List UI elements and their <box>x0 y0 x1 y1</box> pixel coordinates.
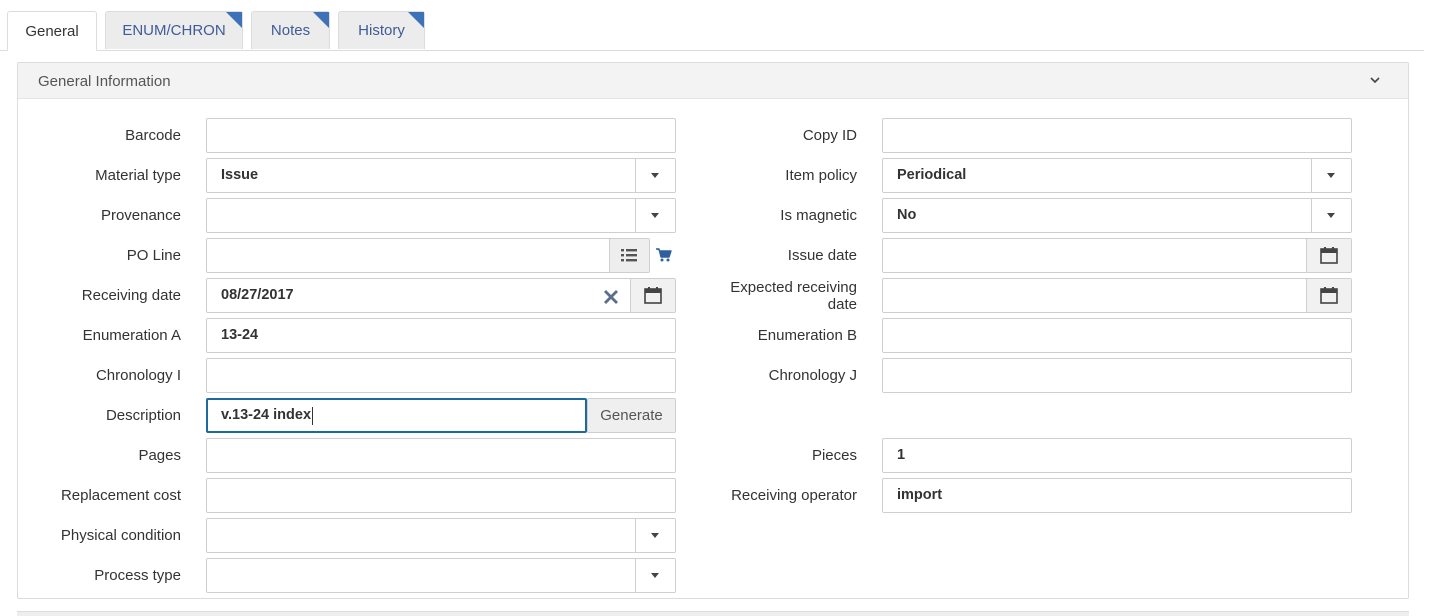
expected-receiving-date-label-line2: date <box>827 296 857 313</box>
pieces-input[interactable]: 1 <box>882 438 1352 473</box>
is-magnetic-label: Is magnetic <box>780 207 857 224</box>
pieces-label: Pieces <box>811 447 857 464</box>
chronology-j-label: Chronology J <box>768 367 857 384</box>
tab-corner-icon <box>408 12 424 28</box>
chronology-i-label: Chronology I <box>95 367 181 384</box>
caret-down-icon <box>651 173 659 178</box>
pages-label: Pages <box>138 447 181 464</box>
material-type-dropdown-button[interactable] <box>635 159 675 192</box>
tab-bar: General ENUM/CHRON Notes History <box>0 0 1424 51</box>
receiving-date-label: Receiving date <box>81 287 181 304</box>
description-value: v.13-24 index <box>221 407 312 423</box>
description-label: Description <box>105 407 181 424</box>
process-type-label: Process type <box>94 567 181 584</box>
receiving-date-value: 08/27/2017 <box>221 287 294 303</box>
next-panel-edge <box>17 611 1409 616</box>
chronology-i-input[interactable] <box>206 358 676 393</box>
caret-down-icon <box>651 213 659 218</box>
receiving-operator-label: Receiving operator <box>731 487 857 504</box>
is-magnetic-select[interactable]: No <box>882 198 1352 233</box>
issue-date-label: Issue date <box>787 247 857 264</box>
tab-corner-icon <box>226 12 242 28</box>
list-icon <box>621 249 637 262</box>
receiving-date-input[interactable]: 08/27/2017 <box>206 278 676 313</box>
expected-receiving-date-label-line1: Expected receiving <box>730 279 857 296</box>
tab-history[interactable]: History <box>338 11 425 49</box>
calendar-icon <box>1320 247 1338 264</box>
po-line-input[interactable] <box>206 238 650 273</box>
expected-receiving-date-calendar-button[interactable] <box>1306 279 1351 312</box>
expected-receiving-date-input[interactable] <box>882 278 1352 313</box>
po-line-label: PO Line <box>126 247 181 264</box>
replacement-cost-label: Replacement cost <box>60 487 181 504</box>
po-line-list-button[interactable] <box>609 239 649 272</box>
issue-date-calendar-button[interactable] <box>1306 239 1351 272</box>
material-type-label: Material type <box>95 167 181 184</box>
material-type-select[interactable]: Issue <box>206 158 676 193</box>
enumeration-a-input[interactable]: 13-24 <box>206 318 676 353</box>
item-policy-value: Periodical <box>897 167 967 183</box>
material-type-value: Issue <box>221 167 259 183</box>
item-policy-dropdown-button[interactable] <box>1311 159 1351 192</box>
receiving-date-calendar-button[interactable] <box>630 279 675 312</box>
tab-general[interactable]: General <box>7 11 97 51</box>
process-type-dropdown-button[interactable] <box>635 559 675 592</box>
is-magnetic-value: No <box>897 207 917 223</box>
text-cursor <box>312 407 313 425</box>
tab-general-label: General <box>25 22 79 40</box>
item-policy-label: Item policy <box>785 167 857 184</box>
copy-id-label: Copy ID <box>802 127 857 144</box>
tab-enum-chron[interactable]: ENUM/CHRON <box>105 11 243 49</box>
chronology-j-input[interactable] <box>882 358 1352 393</box>
caret-down-icon <box>651 533 659 538</box>
tab-corner-icon <box>313 12 329 28</box>
shopping-cart-icon[interactable] <box>656 248 672 262</box>
caret-down-icon <box>1327 213 1335 218</box>
receiving-operator-value: import <box>897 487 943 503</box>
barcode-input[interactable] <box>206 118 676 153</box>
tab-enum-chron-label: ENUM/CHRON <box>122 22 226 39</box>
enumeration-b-input[interactable] <box>882 318 1352 353</box>
physical-condition-select[interactable] <box>206 518 676 553</box>
description-input[interactable]: v.13-24 index <box>206 398 587 433</box>
caret-down-icon <box>651 573 659 578</box>
enumeration-b-label: Enumeration B <box>757 327 857 344</box>
enumeration-a-value: 13-24 <box>221 327 259 343</box>
receiving-operator-input[interactable]: import <box>882 478 1352 513</box>
process-type-select[interactable] <box>206 558 676 593</box>
tab-notes[interactable]: Notes <box>251 11 330 49</box>
pages-input[interactable] <box>206 438 676 473</box>
calendar-icon <box>644 287 662 304</box>
panel-header[interactable]: General Information <box>18 63 1408 99</box>
tab-notes-label: Notes <box>270 22 311 39</box>
tab-history-label: History <box>358 22 405 39</box>
barcode-label: Barcode <box>125 127 181 144</box>
copy-id-input[interactable] <box>882 118 1352 153</box>
panel-title: General Information <box>38 73 171 90</box>
calendar-icon <box>1320 287 1338 304</box>
issue-date-input[interactable] <box>882 238 1352 273</box>
generate-button[interactable]: Generate <box>587 398 676 433</box>
is-magnetic-dropdown-button[interactable] <box>1311 199 1351 232</box>
physical-condition-label: Physical condition <box>60 527 181 544</box>
expected-receiving-date-label: Expected receiving date <box>730 279 857 313</box>
provenance-dropdown-button[interactable] <box>635 199 675 232</box>
enumeration-a-label: Enumeration A <box>82 327 181 344</box>
physical-condition-dropdown-button[interactable] <box>635 519 675 552</box>
item-policy-select[interactable]: Periodical <box>882 158 1352 193</box>
replacement-cost-input[interactable] <box>206 478 676 513</box>
chevron-down-icon[interactable] <box>1366 71 1384 89</box>
provenance-select[interactable] <box>206 198 676 233</box>
provenance-label: Provenance <box>100 207 181 224</box>
caret-down-icon <box>1327 173 1335 178</box>
pieces-value: 1 <box>897 447 906 463</box>
clear-icon[interactable] <box>603 289 619 305</box>
